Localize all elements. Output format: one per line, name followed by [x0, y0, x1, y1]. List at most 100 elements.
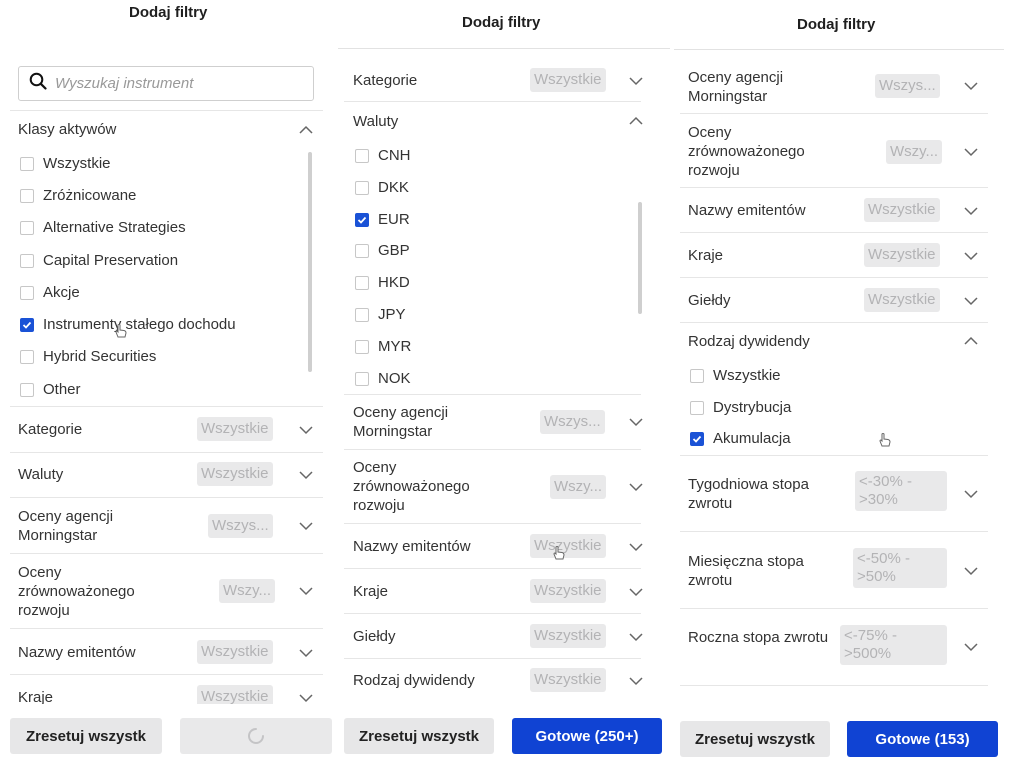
- filter-row-monthly-return[interactable]: Miesięczna stopa zwrotu: [688, 552, 838, 590]
- checkbox[interactable]: [20, 188, 34, 203]
- checkbox[interactable]: [355, 307, 369, 322]
- checkbox[interactable]: [355, 180, 369, 195]
- filter-row-dividend-type[interactable]: Rodzaj dywidendy: [353, 671, 475, 690]
- checkbox-option[interactable]: Wszystkie: [690, 367, 781, 384]
- reset-all-button[interactable]: Zresetuj wszystk: [10, 718, 162, 754]
- chevron-down-icon[interactable]: [963, 144, 979, 160]
- checkbox-option[interactable]: Other: [20, 381, 81, 398]
- checkbox[interactable]: [690, 400, 704, 415]
- filter-row-weekly-return[interactable]: Tygodniowa stopa zwrotu: [688, 475, 838, 513]
- chevron-down-icon[interactable]: [298, 645, 314, 661]
- checkbox-option[interactable]: HKD: [355, 274, 410, 291]
- checkbox[interactable]: [355, 339, 369, 354]
- chevron-down-icon[interactable]: [628, 539, 644, 555]
- filter-row-countries[interactable]: Kraje: [688, 246, 723, 265]
- reset-all-button[interactable]: Zresetuj wszystk: [680, 721, 830, 757]
- chevron-down-icon[interactable]: [628, 479, 644, 495]
- checkbox-checked[interactable]: [355, 212, 369, 227]
- accordion-currencies[interactable]: Waluty: [353, 112, 398, 131]
- checkbox[interactable]: [355, 148, 369, 163]
- filter-row-currencies[interactable]: Waluty: [18, 465, 63, 484]
- chevron-up-icon[interactable]: [963, 333, 979, 349]
- accordion-asset-classes[interactable]: Klasy aktywów: [18, 120, 116, 139]
- chevron-down-icon[interactable]: [628, 414, 644, 430]
- search-box[interactable]: [18, 66, 314, 101]
- chevron-down-icon[interactable]: [298, 518, 314, 534]
- checkbox-option[interactable]: NOK: [355, 370, 411, 387]
- filter-row-issuers[interactable]: Nazwy emitentów: [18, 643, 136, 662]
- chevron-down-icon[interactable]: [963, 293, 979, 309]
- checkbox[interactable]: [20, 285, 34, 300]
- checkbox[interactable]: [355, 243, 369, 258]
- filter-value: Wszystkie: [530, 534, 606, 558]
- checkbox[interactable]: [20, 382, 34, 397]
- checkbox-option[interactable]: GBP: [355, 242, 410, 259]
- filter-row-sustainability[interactable]: Oceny zrównoważonego rozwoju: [688, 123, 838, 180]
- checkbox-option[interactable]: Wszystkie: [20, 155, 111, 172]
- checkbox[interactable]: [690, 368, 704, 383]
- filter-row-issuers[interactable]: Nazwy emitentów: [688, 201, 806, 220]
- checkbox-option[interactable]: MYR: [355, 338, 411, 355]
- checkbox-option[interactable]: DKK: [355, 179, 409, 196]
- chevron-down-icon[interactable]: [298, 583, 314, 599]
- done-button[interactable]: Gotowe (250+): [512, 718, 662, 754]
- checkbox-option[interactable]: Akcje: [20, 284, 80, 301]
- chevron-down-icon[interactable]: [963, 563, 979, 579]
- accordion-dividend-type[interactable]: Rodzaj dywidendy: [688, 332, 810, 351]
- filter-row-countries[interactable]: Kraje: [353, 582, 388, 601]
- checkbox[interactable]: [20, 156, 34, 171]
- chevron-down-icon[interactable]: [628, 584, 644, 600]
- checkbox-option[interactable]: Zróżnicowane: [20, 187, 136, 204]
- checkbox-checked[interactable]: [690, 431, 704, 446]
- checkmark-icon: [692, 435, 702, 443]
- checkbox-option[interactable]: Alternative Strategies: [20, 219, 186, 236]
- chevron-down-icon[interactable]: [628, 73, 644, 89]
- checkbox[interactable]: [20, 349, 34, 364]
- filter-row-categories[interactable]: Kategorie: [18, 420, 82, 439]
- chevron-down-icon[interactable]: [628, 629, 644, 645]
- chevron-down-icon[interactable]: [963, 486, 979, 502]
- checkbox-option[interactable]: Dystrybucja: [690, 399, 791, 416]
- reset-all-button[interactable]: Zresetuj wszystk: [344, 718, 494, 754]
- filter-row-sustainability[interactable]: Oceny zrównoważonego rozwoju: [353, 458, 503, 515]
- filter-value: Wszys...: [540, 410, 605, 434]
- filter-row-sustainability[interactable]: Oceny zrównoważonego rozwoju: [18, 563, 168, 620]
- done-button-loading[interactable]: [180, 718, 332, 754]
- scrollbar[interactable]: [638, 202, 642, 314]
- checkbox-option[interactable]: JPY: [355, 306, 406, 323]
- checkbox-option[interactable]: Hybrid Securities: [20, 348, 156, 365]
- filter-row-issuers[interactable]: Nazwy emitentów: [353, 537, 471, 556]
- filter-row-exchanges[interactable]: Giełdy: [353, 627, 396, 646]
- filter-row-categories[interactable]: Kategorie: [353, 71, 417, 90]
- loading-spinner-icon: [248, 728, 264, 744]
- checkmark-icon: [22, 321, 32, 329]
- chevron-up-icon[interactable]: [628, 113, 644, 129]
- filter-row-morningstar[interactable]: Oceny agencji Morningstar: [18, 507, 168, 545]
- checkbox[interactable]: [355, 275, 369, 290]
- checkbox-option[interactable]: Akumulacja: [690, 430, 791, 447]
- checkbox[interactable]: [20, 253, 34, 268]
- chevron-down-icon[interactable]: [298, 422, 314, 438]
- filter-row-annual-return[interactable]: Roczna stopa zwrotu: [688, 628, 838, 647]
- checkbox-checked[interactable]: [20, 317, 34, 332]
- search-input[interactable]: [55, 75, 295, 92]
- checkbox-option[interactable]: CNH: [355, 147, 411, 164]
- checkbox-option[interactable]: Capital Preservation: [20, 252, 178, 269]
- chevron-down-icon[interactable]: [628, 673, 644, 689]
- checkbox[interactable]: [20, 220, 34, 235]
- checkbox-option[interactable]: EUR: [355, 211, 410, 228]
- chevron-down-icon[interactable]: [963, 203, 979, 219]
- done-button[interactable]: Gotowe (153): [847, 721, 998, 757]
- filter-row-exchanges[interactable]: Giełdy: [688, 291, 731, 310]
- chevron-up-icon[interactable]: [298, 122, 314, 138]
- chevron-down-icon[interactable]: [963, 248, 979, 264]
- scrollbar[interactable]: [308, 152, 312, 372]
- filter-row-morningstar[interactable]: Oceny agencji Morningstar: [353, 403, 503, 441]
- chevron-down-icon[interactable]: [963, 78, 979, 94]
- filter-value: Wszystkie: [530, 68, 606, 92]
- chevron-down-icon[interactable]: [963, 639, 979, 655]
- filter-value: Wszystkie: [864, 198, 940, 222]
- filter-row-morningstar[interactable]: Oceny agencji Morningstar: [688, 68, 838, 106]
- checkbox[interactable]: [355, 371, 369, 386]
- chevron-down-icon[interactable]: [298, 467, 314, 483]
